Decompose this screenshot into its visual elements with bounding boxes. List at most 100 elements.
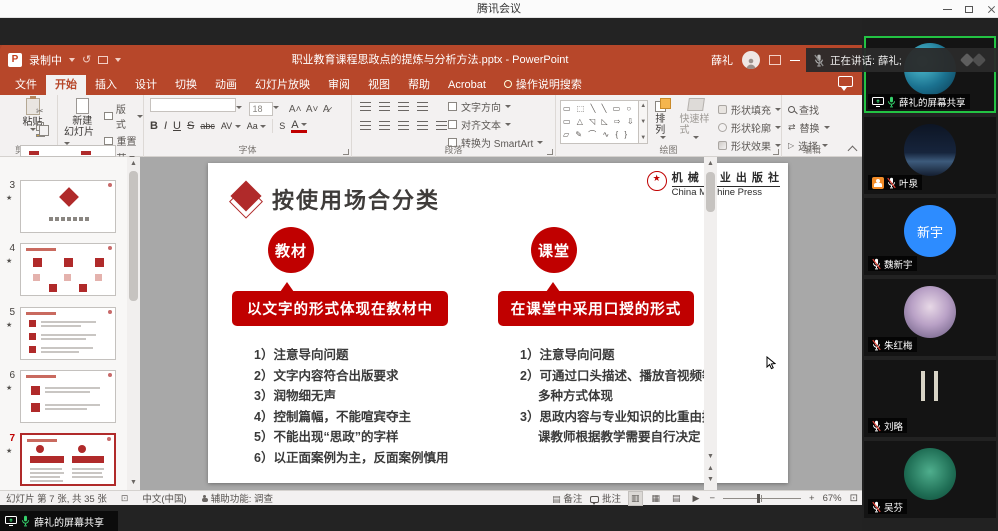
ppt-minimize-icon[interactable] — [790, 60, 800, 61]
font-size-input[interactable]: 18 — [249, 102, 273, 116]
screen-share-badge[interactable]: 薛礼的屏幕共享 — [0, 511, 118, 531]
tab-view[interactable]: 视图 — [359, 75, 399, 95]
fit-slide-icon[interactable] — [850, 493, 858, 504]
shrink-font-icon[interactable]: A˅ — [306, 104, 319, 115]
bold-button[interactable]: B — [150, 120, 158, 132]
grow-font-icon[interactable]: A˄ — [289, 104, 302, 115]
bullets-icon[interactable] — [360, 102, 371, 111]
find-button[interactable]: 查找 — [788, 102, 842, 117]
undo-icon[interactable] — [82, 55, 91, 66]
shapes-gallery-scroll[interactable] — [639, 100, 648, 144]
text-highlight-button[interactable]: S — [279, 121, 285, 131]
slide-thumbnail[interactable] — [20, 145, 116, 157]
slide-thumbnail[interactable] — [20, 370, 116, 423]
language-status[interactable]: 中文(中国) — [142, 491, 186, 505]
zoom-slider[interactable] — [723, 498, 801, 499]
next-slide-icon[interactable] — [704, 476, 717, 483]
increase-indent-icon[interactable] — [417, 102, 428, 111]
align-right-icon[interactable] — [398, 121, 409, 130]
scroll-up-icon[interactable] — [640, 103, 646, 109]
shapes-gallery[interactable] — [560, 100, 639, 144]
window-minimize-button[interactable] — [938, 4, 956, 15]
tell-me-search[interactable]: 操作说明搜索 — [495, 75, 591, 95]
numbering-icon[interactable] — [379, 102, 390, 111]
zoom-slider-thumb[interactable] — [757, 494, 760, 503]
ribbon-display-options-icon[interactable] — [769, 55, 781, 65]
scrollbar-thumb[interactable] — [129, 171, 138, 301]
badge-textbook[interactable]: 教材 — [268, 227, 314, 273]
slide-scrollbar[interactable] — [704, 157, 717, 490]
slide-thumbnail[interactable] — [20, 307, 116, 360]
slide-thumbnail[interactable] — [20, 180, 116, 233]
chat-bubble-icon[interactable] — [838, 76, 853, 87]
normal-view-button[interactable] — [629, 492, 642, 505]
change-case-button[interactable]: Aa — [247, 121, 267, 131]
tab-insert[interactable]: 插入 — [86, 75, 126, 95]
list-classroom[interactable]: 1）注意导向问题 2）可通过口头描述、播放音视频等 多种方式体现 3）思政内容与… — [520, 345, 714, 448]
scroll-down-icon[interactable] — [640, 119, 646, 125]
columns-icon[interactable] — [436, 121, 447, 130]
justify-icon[interactable] — [417, 121, 428, 130]
zoom-out-button[interactable]: − — [709, 493, 715, 504]
participant-tile[interactable]: 新宇 魏新宇 — [864, 198, 996, 275]
slideshow-view-button[interactable] — [691, 492, 702, 505]
list-textbook[interactable]: 1）注意导向问题 2）文字内容符合出版要求 3）润物细无声 4）控制篇幅，不能喧… — [254, 345, 448, 468]
tab-help[interactable]: 帮助 — [399, 75, 439, 95]
text-shadow-button[interactable]: abc — [200, 121, 215, 131]
underline-button[interactable]: U — [173, 120, 181, 132]
paste-button[interactable]: 粘贴 — [8, 98, 57, 131]
scroll-up-icon[interactable] — [127, 160, 140, 167]
decrease-indent-icon[interactable] — [398, 102, 409, 111]
start-slideshow-icon[interactable] — [98, 56, 108, 64]
clear-formatting-icon[interactable]: A̷ — [323, 104, 330, 115]
tab-file[interactable]: 文件 — [6, 75, 46, 95]
participant-tile[interactable]: 吴芬 — [864, 441, 996, 518]
shape-fill-button[interactable]: 形状填充 — [718, 102, 781, 117]
collapse-ribbon-icon[interactable] — [848, 146, 857, 152]
zoom-in-button[interactable]: + — [809, 493, 815, 504]
zoom-level[interactable]: 67% — [823, 493, 842, 504]
gallery-more-icon[interactable] — [640, 135, 646, 141]
copy-icon[interactable] — [36, 122, 44, 131]
accessibility-status[interactable]: 辅助功能: 调查 — [211, 491, 273, 505]
tab-slideshow[interactable]: 幻灯片放映 — [246, 75, 319, 95]
window-restore-button[interactable] — [960, 4, 978, 15]
notes-button[interactable]: 备注 — [552, 491, 582, 505]
text-direction-button[interactable]: 文字方向 — [448, 99, 543, 114]
dialog-launcher-icon[interactable] — [773, 149, 779, 155]
participant-tile[interactable]: 朱红梅 — [864, 279, 996, 356]
dialog-launcher-icon[interactable] — [547, 149, 553, 155]
tab-review[interactable]: 审阅 — [319, 75, 359, 95]
banner-textbook[interactable]: 以文字的形式体现在教材中 — [232, 291, 448, 326]
cut-icon[interactable] — [36, 101, 45, 119]
slide-thumbnail[interactable] — [20, 243, 116, 296]
slide-sorter-view-button[interactable] — [650, 492, 663, 505]
dialog-launcher-icon[interactable] — [343, 149, 349, 155]
slide-title[interactable]: 按使用场合分类 — [272, 183, 440, 215]
account-avatar[interactable] — [742, 51, 760, 69]
tab-acrobat[interactable]: Acrobat — [439, 75, 495, 95]
shape-outline-button[interactable]: 形状轮廓 — [718, 120, 781, 135]
tab-transitions[interactable]: 切换 — [166, 75, 206, 95]
slide[interactable]: 按使用场合分类 机 械 工 业 出 版 社 China Machine Pres… — [208, 163, 788, 483]
spellcheck-icon[interactable] — [121, 493, 129, 504]
slide-thumbnail-current[interactable] — [20, 433, 116, 486]
font-name-input[interactable] — [150, 98, 236, 112]
scroll-up-icon[interactable] — [704, 160, 717, 167]
badge-classroom[interactable]: 课堂 — [531, 227, 577, 273]
reading-view-button[interactable] — [670, 492, 683, 505]
chevron-down-icon[interactable] — [69, 58, 75, 62]
tab-home[interactable]: 开始 — [46, 75, 86, 95]
align-text-button[interactable]: 对齐文本 — [448, 117, 543, 132]
participant-tile[interactable]: 刘略 — [864, 360, 996, 437]
italic-button[interactable]: I — [164, 120, 167, 132]
thumbnail-scrollbar[interactable] — [127, 157, 140, 490]
previous-slide-icon[interactable] — [704, 465, 717, 472]
replace-button[interactable]: 替换 — [788, 120, 842, 135]
banner-classroom[interactable]: 在课堂中采用口授的形式 — [498, 291, 694, 326]
layout-button[interactable]: 版式 — [104, 101, 143, 131]
align-center-icon[interactable] — [379, 121, 390, 130]
scroll-down-icon[interactable] — [127, 479, 140, 486]
comments-button[interactable]: 批注 — [590, 491, 621, 505]
scrollbar-thumb[interactable] — [706, 172, 715, 212]
